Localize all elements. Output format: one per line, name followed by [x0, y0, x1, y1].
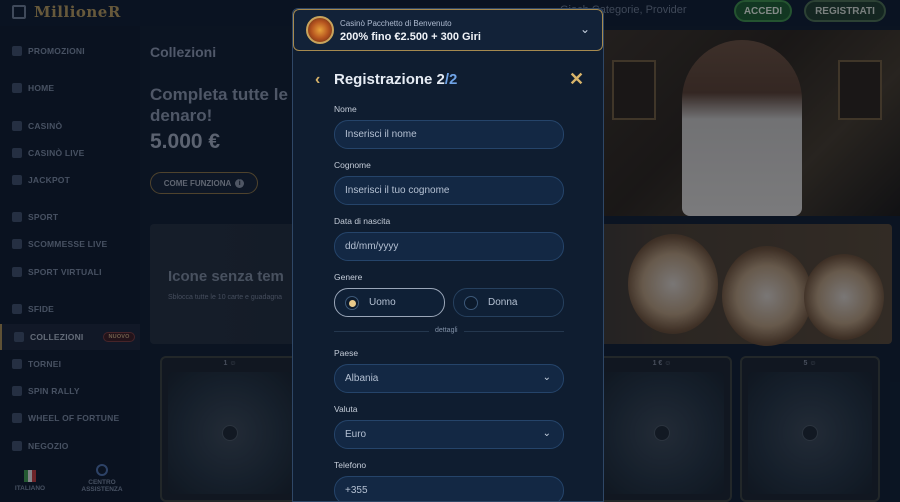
modal-title-step: /2	[444, 71, 458, 88]
country-select[interactable]: Albania ⌄	[334, 364, 564, 393]
divider-label: dettagli	[429, 327, 464, 334]
phone-input[interactable]: +355	[334, 476, 564, 501]
chevron-down-icon[interactable]: ⌄	[580, 22, 590, 36]
bonus-subtitle: Casinò Pacchetto di Benvenuto	[340, 19, 452, 28]
gender-label: Genere	[334, 272, 363, 282]
birthdate-input[interactable]: dd/mm/yyyy	[334, 232, 564, 261]
birthdate-label: Data di nascita	[334, 216, 391, 226]
gender-male-option[interactable]: Uomo	[334, 288, 445, 317]
radio-icon	[464, 295, 478, 310]
gender-female-option[interactable]: Donna	[453, 288, 564, 317]
gender-female-label: Donna	[488, 297, 518, 308]
cognome-label: Cognome	[334, 160, 371, 170]
nome-label: Nome	[334, 104, 357, 114]
close-icon[interactable]: ✕	[569, 69, 584, 90]
bonus-selector[interactable]: Casinò Pacchetto di Benvenuto 200% fino …	[293, 9, 603, 51]
modal-title-text: Registrazione 2	[334, 71, 445, 88]
nome-input[interactable]: Inserisci il nome	[334, 120, 564, 149]
chevron-down-icon: ⌄	[542, 372, 551, 383]
modal-title: Registrazione 2/2	[334, 71, 457, 88]
bonus-title: 200% fino €2.500 + 300 Giri	[340, 31, 481, 43]
phone-label: Telefono	[334, 460, 367, 470]
currency-label: Valuta	[334, 404, 358, 414]
country-label: Paese	[334, 348, 359, 358]
radio-selected-icon	[345, 295, 359, 310]
roulette-icon	[306, 16, 334, 44]
app-root: MillioneR Gioch Categorie, Provider ACCE…	[0, 0, 900, 502]
country-value: Albania	[345, 373, 379, 384]
cognome-input[interactable]: Inserisci il tuo cognome	[334, 176, 564, 205]
currency-value: Euro	[345, 429, 367, 440]
registration-modal: Casinò Pacchetto di Benvenuto 200% fino …	[292, 8, 604, 502]
back-icon[interactable]: ‹	[315, 71, 320, 89]
chevron-down-icon: ⌄	[542, 428, 551, 439]
currency-select[interactable]: Euro ⌄	[334, 420, 564, 449]
gender-male-label: Uomo	[369, 297, 396, 308]
